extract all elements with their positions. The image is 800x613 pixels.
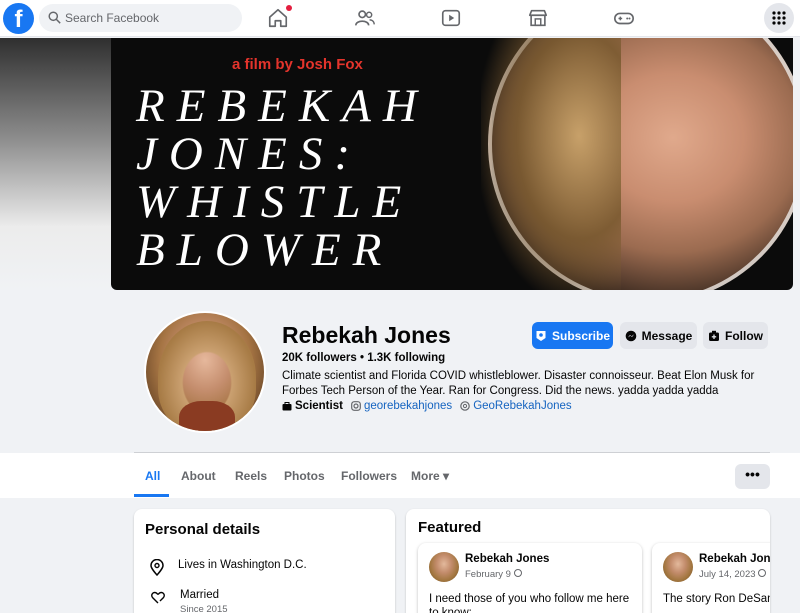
tab-about[interactable]: About <box>181 469 216 483</box>
subscribe-button[interactable]: Subscribe <box>532 322 613 349</box>
post-date: July 14, 2023 <box>699 569 767 580</box>
post-text: I need those of you who follow me here t… <box>429 593 630 613</box>
search-input[interactable] <box>65 4 235 32</box>
marketplace-icon <box>528 9 548 27</box>
location-pin-icon <box>150 559 164 576</box>
cover-photo[interactable]: a film by Josh Fox REBEKAH JONES: WHISTL… <box>111 38 793 290</box>
relationship-text: Married <box>180 589 219 601</box>
hearts-icon <box>151 591 165 604</box>
video-icon <box>441 9 461 27</box>
nav-video-button[interactable] <box>434 2 468 34</box>
cover-tagline: a film by Josh Fox <box>232 56 363 73</box>
instagram-icon <box>351 401 361 411</box>
post-author[interactable]: Rebekah Jones <box>465 553 549 565</box>
tab-followers[interactable]: Followers <box>341 469 397 483</box>
briefcase-icon <box>282 401 292 410</box>
location-text: Lives in Washington D.C. <box>178 559 307 571</box>
globe-icon <box>513 569 522 577</box>
profile-bio: Climate scientist and Florida COVID whis… <box>282 370 755 397</box>
message-label: Message <box>641 328 693 343</box>
more-options-button[interactable]: ••• <box>735 464 770 489</box>
profile-avatar[interactable] <box>144 311 266 433</box>
cover-title-line: WHISTLE <box>136 176 414 228</box>
featured-card: Featured Rebekah Jones February 9 I need… <box>406 509 770 613</box>
relationship-row: Married Since 2015 <box>150 589 228 613</box>
post-avatar <box>429 552 459 582</box>
profile-content: Personal details Lives in Washington D.C… <box>0 498 800 613</box>
friends-icon <box>355 10 375 26</box>
post-date-text: February 9 <box>465 569 511 580</box>
tab-photos[interactable]: Photos <box>284 469 325 483</box>
search-icon <box>48 11 61 24</box>
post-avatar <box>663 552 693 582</box>
nav-gaming-button[interactable] <box>607 2 641 34</box>
facebook-logo[interactable]: f <box>3 3 34 34</box>
profile-meta: Scientist georebekahjones GeoRebekahJone… <box>282 400 572 412</box>
post-date: February 9 <box>465 569 522 580</box>
cover-title-line: REBEKAH <box>136 80 429 132</box>
featured-heading: Featured <box>418 519 482 536</box>
top-navigation: f <box>0 0 800 37</box>
nav-home-button[interactable] <box>261 2 295 34</box>
post-author[interactable]: Rebekah Jones <box>699 553 770 565</box>
avatar-clothing <box>179 401 235 431</box>
featured-post[interactable]: Rebekah Jones July 14, 2023 The story Ro… <box>652 543 770 613</box>
notification-dot <box>286 5 292 11</box>
personal-details-heading: Personal details <box>145 521 261 538</box>
cover-title: REBEKAH JONES: WHISTLE BLOWER <box>136 82 429 274</box>
cover-title-line: JONES: <box>136 128 363 180</box>
threads-link[interactable]: GeoRebekahJones <box>460 400 572 412</box>
follow-label: Follow <box>725 328 763 343</box>
tab-reels[interactable]: Reels <box>235 469 267 483</box>
messenger-icon <box>625 330 636 341</box>
profile-name: Rebekah Jones <box>282 322 451 348</box>
category-item: Scientist <box>282 400 343 412</box>
threads-icon <box>460 401 470 411</box>
nav-friends-button[interactable] <box>348 2 382 34</box>
tab-all[interactable]: All <box>145 469 160 483</box>
instagram-link[interactable]: georebekahjones <box>351 400 452 412</box>
follow-icon <box>709 330 719 341</box>
personal-details-card: Personal details Lives in Washington D.C… <box>134 509 395 613</box>
cover-portrait-hair <box>481 38 621 290</box>
category-label: Scientist <box>295 400 343 412</box>
instagram-handle[interactable]: georebekahjones <box>364 400 452 412</box>
follower-counts[interactable]: 20K followers • 1.3K following <box>282 352 445 364</box>
cover-title-line: BLOWER <box>136 224 394 276</box>
profile-tabs: All About Reels Photos Followers More ▾ … <box>0 453 800 498</box>
post-date-text: July 14, 2023 <box>699 569 756 580</box>
tab-more[interactable]: More ▾ <box>411 469 449 483</box>
location-row: Lives in Washington D.C. <box>150 559 307 576</box>
relationship-since: Since 2015 <box>180 604 228 613</box>
home-icon <box>268 8 288 28</box>
cover-side-fade <box>0 38 111 290</box>
featured-post[interactable]: Rebekah Jones February 9 I need those of… <box>418 543 642 613</box>
active-tab-indicator <box>134 494 169 497</box>
search-box[interactable] <box>39 4 242 32</box>
menu-grid-icon <box>772 11 786 25</box>
menu-button[interactable] <box>764 3 794 33</box>
gaming-icon <box>614 12 634 25</box>
message-button[interactable]: Message <box>620 322 697 349</box>
globe-icon <box>758 569 767 577</box>
post-text: The story Ron DeSantis read: <box>663 593 770 605</box>
nav-marketplace-button[interactable] <box>521 2 555 34</box>
subscribe-icon <box>536 330 546 341</box>
threads-handle[interactable]: GeoRebekahJones <box>473 400 571 412</box>
subscribe-label: Subscribe <box>551 328 611 343</box>
follow-button[interactable]: Follow <box>703 322 768 349</box>
